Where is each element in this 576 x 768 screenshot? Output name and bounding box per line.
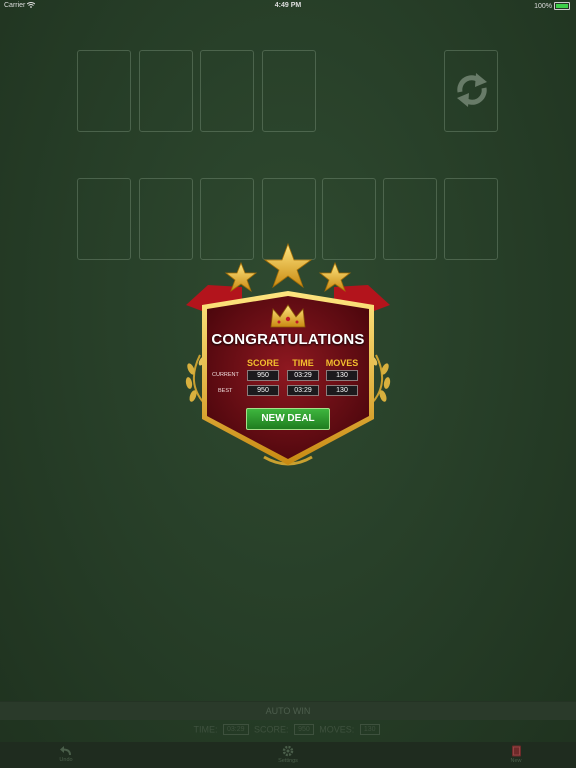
status-bar: Carrier 4:49 PM 100% <box>0 0 576 12</box>
current-score-value: 950 <box>247 370 279 381</box>
foundation-slot[interactable] <box>262 50 316 132</box>
score-label: SCORE: <box>254 724 289 735</box>
foundation-slot[interactable] <box>200 50 254 132</box>
clock: 4:49 PM <box>274 2 302 9</box>
moves-column-header: MOVES <box>325 358 359 368</box>
best-moves-value: 130 <box>326 385 358 396</box>
undo-button[interactable]: Undo <box>46 745 86 763</box>
best-score-value: 950 <box>247 385 279 396</box>
time-value: 03:29 <box>223 724 249 736</box>
current-time-value: 03:29 <box>287 370 319 381</box>
new-deal-button[interactable]: NEW DEAL <box>246 408 330 430</box>
new-label: New <box>510 758 522 764</box>
tableau-slot[interactable] <box>77 178 131 260</box>
time-column-header: TIME <box>292 358 314 368</box>
battery-percent: 100% <box>534 2 552 10</box>
tableau-slot[interactable] <box>444 178 498 260</box>
dialog-title: CONGRATULATIONS <box>211 331 365 348</box>
current-row-label: CURRENT <box>212 372 239 378</box>
gear-icon <box>282 745 294 757</box>
new-button[interactable]: New <box>496 745 536 764</box>
battery-icon <box>554 2 570 10</box>
settings-label: Settings <box>278 758 298 764</box>
best-time-value: 03:29 <box>287 385 319 396</box>
undo-label: Undo <box>59 757 73 763</box>
stats-bar: TIME: 03:29 SCORE: 950 MOVES: 130 <box>0 724 576 742</box>
score-column-header: SCORE <box>246 358 279 368</box>
auto-win-button[interactable]: AUTO WIN <box>0 701 576 720</box>
score-value: 950 <box>294 724 314 736</box>
undo-icon <box>60 746 71 756</box>
new-deal-icon <box>511 745 521 757</box>
bottom-toolbar: Undo Settings New <box>0 742 576 768</box>
moves-label: MOVES: <box>319 724 355 735</box>
foundation-slot[interactable] <box>77 50 131 132</box>
current-moves-value: 130 <box>326 370 358 381</box>
star-icon <box>263 243 313 289</box>
settings-button[interactable]: Settings <box>268 745 308 764</box>
congratulations-dialog: CONGRATULATIONS SCORE TIME MOVES CURRENT… <box>180 243 396 473</box>
battery-indicator: 100% <box>534 2 570 10</box>
foundation-slot[interactable] <box>139 50 193 132</box>
time-label: TIME: <box>193 724 218 735</box>
moves-value: 130 <box>359 724 380 736</box>
recycle-icon[interactable] <box>452 70 492 110</box>
best-row-label: BEST <box>218 388 233 394</box>
